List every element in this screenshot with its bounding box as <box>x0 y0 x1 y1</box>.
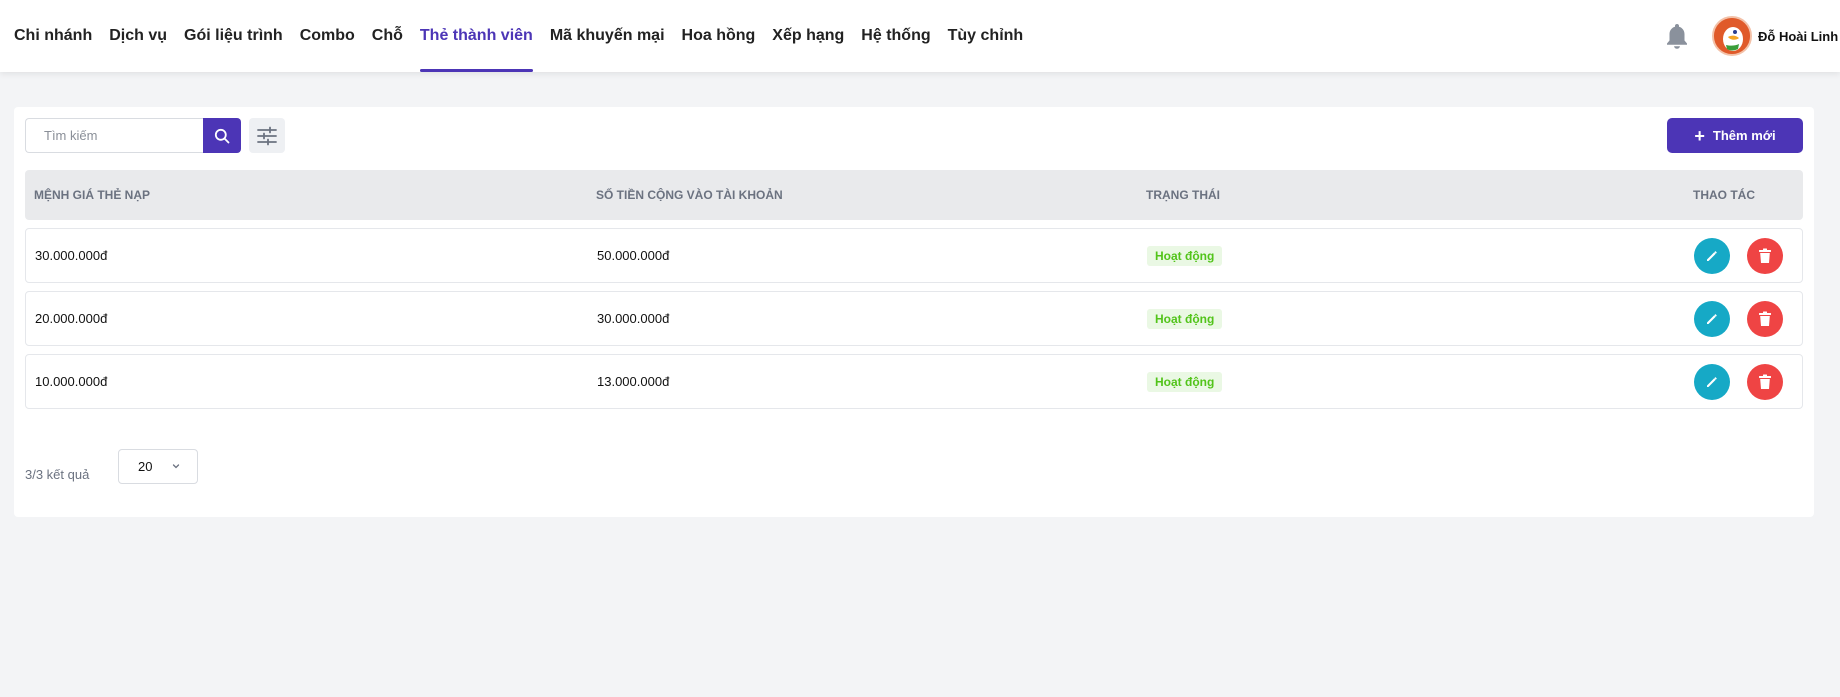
status-badge: Hoạt động <box>1147 308 1223 329</box>
main-nav: Chi nhánh Dịch vụ Gói liệu trình Combo C… <box>14 0 1040 72</box>
nav-item-chi-nhanh[interactable]: Chi nhánh <box>14 0 92 72</box>
nav-item-cho[interactable]: Chỗ <box>372 0 403 72</box>
cell-credit: 30.000.000đ <box>597 311 670 326</box>
bell-icon[interactable] <box>1664 22 1690 50</box>
table-header: MỆNH GIÁ THẺ NẠP SỐ TIỀN CỘNG VÀO TÀI KH… <box>25 170 1803 220</box>
edit-button[interactable] <box>1694 364 1730 400</box>
search-input[interactable] <box>25 118 203 153</box>
nav-item-combo[interactable]: Combo <box>300 0 355 72</box>
chevron-down-icon <box>172 464 180 469</box>
page-size-value: 20 <box>138 459 153 474</box>
top-bar: Chi nhánh Dịch vụ Gói liệu trình Combo C… <box>0 0 1840 72</box>
pencil-icon <box>1707 314 1717 324</box>
cell-denomination: 20.000.000đ <box>35 311 108 326</box>
table-row: 20.000.000đ 30.000.000đ Hoạt động <box>25 291 1803 346</box>
cell-status: Hoạt động <box>1147 292 1223 345</box>
edit-button[interactable] <box>1694 301 1730 337</box>
column-header-actions: THAO TÁC <box>1693 188 1755 202</box>
nav-item-the-thanh-vien[interactable]: Thẻ thành viên <box>419 0 533 72</box>
search-icon <box>214 128 230 143</box>
nav-item-dich-vu[interactable]: Dịch vụ <box>109 0 167 72</box>
status-badge: Hoạt động <box>1147 371 1223 392</box>
nav-item-tuy-chinh[interactable]: Tùy chỉnh <box>948 0 1024 72</box>
search-bar <box>25 118 241 153</box>
nav-item-hoa-hong[interactable]: Hoa hồng <box>682 0 756 72</box>
table-row: 30.000.000đ 50.000.000đ Hoạt động <box>25 228 1803 283</box>
result-count: 3/3 kết quả <box>25 466 90 482</box>
delete-button[interactable] <box>1747 238 1783 274</box>
search-button[interactable] <box>203 118 241 153</box>
trash-icon <box>1759 248 1771 263</box>
cell-denomination: 10.000.000đ <box>35 374 108 389</box>
filter-button[interactable] <box>249 118 285 153</box>
trash-icon <box>1759 311 1771 326</box>
cell-credit: 13.000.000đ <box>597 374 670 389</box>
add-new-label: Thêm mới <box>1712 128 1776 143</box>
edit-button[interactable] <box>1694 238 1730 274</box>
nav-item-he-thong[interactable]: Hệ thống <box>861 0 930 72</box>
plus-icon: + <box>1694 125 1705 146</box>
pencil-icon <box>1707 377 1717 387</box>
cell-denomination: 30.000.000đ <box>35 248 108 263</box>
cell-status: Hoạt động <box>1147 229 1223 282</box>
sliders-icon <box>257 126 277 145</box>
column-header-denomination: MỆNH GIÁ THẺ NẠP <box>34 188 151 202</box>
cell-credit: 50.000.000đ <box>597 248 670 263</box>
nav-item-goi-lieu-trinh[interactable]: Gói liệu trình <box>184 0 283 72</box>
column-header-status: TRẠNG THÁI <box>1146 188 1220 202</box>
column-header-credit: SỐ TIỀN CỘNG VÀO TÀI KHOẢN <box>596 188 783 202</box>
avatar <box>1712 16 1752 56</box>
cell-status: Hoạt động <box>1147 355 1223 408</box>
delete-button[interactable] <box>1747 364 1783 400</box>
status-badge: Hoạt động <box>1147 245 1223 266</box>
pencil-icon <box>1707 251 1717 261</box>
user-name: Đỗ Hoài Linh <box>1758 28 1839 44</box>
add-new-button[interactable]: + Thêm mới <box>1667 118 1803 153</box>
nav-item-xep-hang[interactable]: Xếp hạng <box>772 0 844 72</box>
content-card: + Thêm mới MỆNH GIÁ THẺ NẠP SỐ TIỀN CỘNG… <box>14 107 1814 517</box>
trash-icon <box>1759 374 1771 389</box>
page-size-select[interactable]: 20 <box>118 449 198 484</box>
delete-button[interactable] <box>1747 301 1783 337</box>
user-menu[interactable]: Đỗ Hoài Linh <box>1712 16 1838 56</box>
table-row: 10.000.000đ 13.000.000đ Hoạt động <box>25 354 1803 409</box>
nav-item-ma-khuyen-mai[interactable]: Mã khuyến mại <box>550 0 665 72</box>
